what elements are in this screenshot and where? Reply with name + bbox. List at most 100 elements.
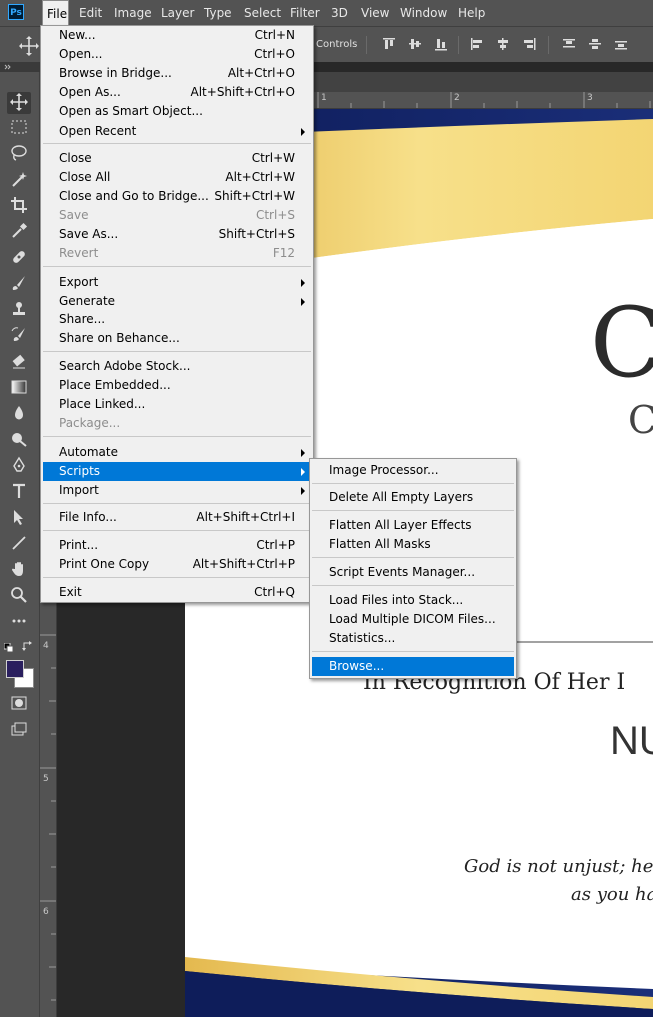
hand-tool-icon[interactable] — [7, 560, 31, 582]
menu-filter[interactable]: Filter — [286, 0, 324, 26]
scripts-submenu: Image Processor... Delete All Empty Laye… — [309, 458, 517, 679]
menu-item-exit[interactable]: Exit Ctrl+Q — [43, 583, 311, 602]
crop-tool-icon[interactable] — [7, 196, 31, 218]
photoshop-logo-icon: Ps — [8, 4, 24, 20]
menu-item-place-linked[interactable]: Place Linked... — [43, 395, 311, 414]
align-left-icon[interactable] — [470, 37, 484, 51]
swap-colors-icon[interactable] — [22, 640, 34, 652]
menu-window[interactable]: Window — [396, 0, 451, 26]
distribute-center-icon[interactable] — [588, 37, 602, 51]
menu-layer[interactable]: Layer — [157, 0, 198, 26]
pen-tool-icon[interactable] — [7, 456, 31, 478]
menu-item-place-embedded[interactable]: Place Embedded... — [43, 376, 311, 395]
menu-item-image-processor[interactable]: Image Processor... — [312, 461, 514, 480]
align-right-icon[interactable] — [522, 37, 536, 51]
blur-tool-icon[interactable] — [7, 404, 31, 426]
submenu-arrow-icon — [301, 279, 305, 287]
history-brush-tool-icon[interactable] — [7, 326, 31, 348]
type-tool-icon[interactable] — [7, 482, 31, 504]
move-tool-icon[interactable] — [7, 92, 31, 114]
menu-item-import[interactable]: Import — [43, 481, 311, 500]
more-tools-icon[interactable] — [7, 612, 31, 634]
ruler-number: 1 — [321, 93, 327, 103]
menu-item-revert: Revert F12 — [59, 246, 295, 260]
menu-item-load-files-into-stack[interactable]: Load Files into Stack... — [312, 591, 514, 610]
menu-item-open[interactable]: Open... Ctrl+O — [43, 45, 311, 64]
healing-brush-tool-icon[interactable] — [7, 248, 31, 270]
menu-image[interactable]: Image — [110, 0, 156, 26]
menu-item-generate[interactable]: Generate — [43, 292, 311, 311]
menu-item-file-info[interactable]: File Info... Alt+Shift+Ctrl+I — [43, 508, 311, 527]
distribute-bottom-icon[interactable] — [614, 37, 628, 51]
quick-mask-icon[interactable] — [7, 694, 31, 716]
align-bottom-icon[interactable] — [434, 37, 448, 51]
marquee-tool-icon[interactable] — [7, 118, 31, 140]
menu-item-delete-all-empty-layers[interactable]: Delete All Empty Layers — [312, 488, 514, 507]
brush-tool-icon[interactable] — [7, 274, 31, 296]
menu-item-print-one-copy[interactable]: Print One Copy Alt+Shift+Ctrl+P — [43, 555, 311, 574]
menu-item-share-on-behance[interactable]: Share on Behance... — [43, 329, 311, 348]
menu-item-save-as[interactable]: Save As... Shift+Ctrl+S — [43, 225, 311, 244]
menu-separator — [43, 503, 311, 504]
magic-wand-tool-icon[interactable] — [7, 170, 31, 192]
menu-item-open-as[interactable]: Open As... Alt+Shift+Ctrl+O — [43, 83, 311, 102]
menu-item-open-recent[interactable]: Open Recent — [43, 122, 311, 141]
move-tool-options-icon[interactable] — [18, 35, 40, 57]
menu-item-flatten-all-masks[interactable]: Flatten All Masks — [312, 535, 514, 554]
lasso-tool-icon[interactable] — [7, 144, 31, 166]
quote-line-2: as you ha — [571, 884, 653, 905]
align-horizontal-center-icon[interactable] — [496, 37, 510, 51]
eraser-tool-icon[interactable] — [7, 352, 31, 374]
line-tool-icon[interactable] — [7, 534, 31, 556]
clone-stamp-tool-icon[interactable] — [7, 300, 31, 322]
menu-item-scripts[interactable]: Scripts — [43, 462, 311, 481]
ruler-number: 3 — [587, 93, 593, 103]
ruler-number: 2 — [454, 93, 460, 103]
menu-item-close-all[interactable]: Close All Alt+Ctrl+W — [43, 168, 311, 187]
tools-panel — [0, 72, 40, 1017]
menu-bar: Ps File Edit Image Layer Type Select Fil… — [0, 0, 653, 26]
menu-item-close-and-go-to-bridge[interactable]: Close and Go to Bridge... Shift+Ctrl+W — [43, 187, 311, 206]
menu-item-print[interactable]: Print... Ctrl+P — [43, 536, 311, 555]
menu-separator — [43, 436, 311, 437]
align-top-icon[interactable] — [382, 37, 396, 51]
menu-item-search-adobe-stock[interactable]: Search Adobe Stock... — [43, 357, 311, 376]
menu-item-statistics[interactable]: Statistics... — [312, 629, 514, 648]
dodge-tool-icon[interactable] — [7, 430, 31, 452]
transform-controls-label[interactable]: Controls — [316, 39, 357, 50]
submenu-arrow-icon — [301, 128, 305, 136]
menu-item-script-events-manager[interactable]: Script Events Manager... — [312, 563, 514, 582]
menu-separator — [43, 530, 311, 531]
menu-item-browse[interactable]: Browse... — [312, 657, 514, 676]
menu-item-export[interactable]: Export — [43, 273, 311, 292]
align-vertical-center-icon[interactable] — [408, 37, 422, 51]
screen-mode-icon[interactable] — [7, 720, 31, 742]
foreground-color-swatch[interactable] — [6, 660, 24, 678]
file-menu: New... Ctrl+N Open... Ctrl+O Browse in Bri… — [40, 25, 314, 603]
menu-select[interactable]: Select — [240, 0, 285, 26]
menu-help[interactable]: Help — [454, 0, 489, 26]
menu-separator — [43, 266, 311, 267]
menu-file[interactable]: File — [42, 0, 69, 26]
menu-item-new[interactable]: New... Ctrl+N — [43, 26, 311, 45]
panel-collapse-strip[interactable] — [0, 62, 40, 72]
menu-item-automate[interactable]: Automate — [43, 443, 311, 462]
menu-view[interactable]: View — [357, 0, 393, 26]
options-separator — [366, 36, 367, 54]
default-colors-icon[interactable] — [3, 642, 14, 653]
menu-item-close[interactable]: Close Ctrl+W — [43, 149, 311, 168]
menu-item-open-as-smart-object[interactable]: Open as Smart Object... — [43, 102, 311, 121]
menu-type[interactable]: Type — [200, 0, 236, 26]
menu-item-browse-in-bridge[interactable]: Browse in Bridge... Alt+Ctrl+O — [43, 64, 311, 83]
menu-item-flatten-all-layer-effects[interactable]: Flatten All Layer Effects — [312, 516, 514, 535]
menu-item-load-multiple-dicom-files[interactable]: Load Multiple DICOM Files... — [312, 610, 514, 629]
menu-3d[interactable]: 3D — [327, 0, 352, 26]
path-selection-tool-icon[interactable] — [7, 508, 31, 530]
eyedropper-tool-icon[interactable] — [7, 222, 31, 244]
menu-separator — [312, 510, 514, 511]
distribute-top-icon[interactable] — [562, 37, 576, 51]
menu-item-share[interactable]: Share... — [43, 310, 311, 329]
menu-edit[interactable]: Edit — [75, 0, 106, 26]
gradient-tool-icon[interactable] — [7, 378, 31, 400]
zoom-tool-icon[interactable] — [7, 586, 31, 608]
